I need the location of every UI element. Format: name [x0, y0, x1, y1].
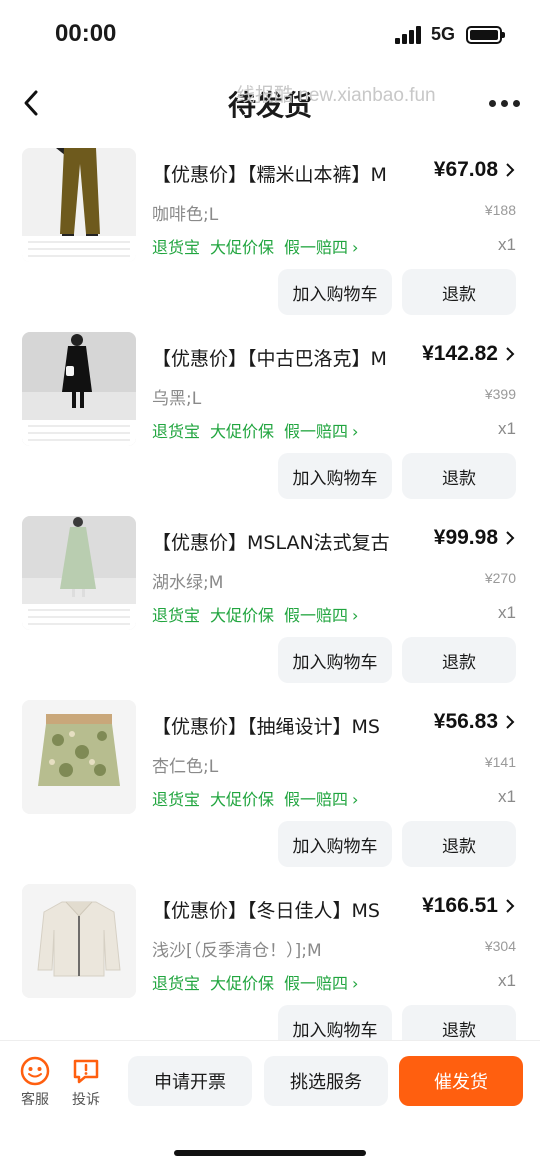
product-price: ¥56.83 [433, 710, 498, 733]
tag-price-protection: 大促价保 [210, 606, 275, 625]
chevron-right-icon: › [352, 790, 359, 809]
tag-fake-compensation: 假一赔四 [284, 422, 349, 441]
original-price: ¥188 [484, 202, 516, 218]
black-dress-product-image[interactable] [22, 332, 136, 446]
watermark: 线报酷 new.xianbao.fun [236, 85, 436, 106]
tag-fake-compensation: 假一赔四 [284, 790, 349, 809]
order-item[interactable]: 【优惠价】MSLAN法式复古 ¥99.98 湖水绿;M ¥270 退货宝 大促价保… [0, 512, 540, 696]
home-indicator[interactable] [174, 1150, 366, 1156]
original-price: ¥399 [484, 386, 516, 402]
chevron-right-icon[interactable] [504, 530, 516, 546]
status-time: 00:00 [55, 20, 117, 47]
bottom-action-bar: 客服 投诉 申请开票 挑选服务 催发货 [0, 1040, 540, 1168]
urge-shipment-button[interactable]: 催发货 [399, 1056, 523, 1106]
battery-icon [466, 26, 505, 44]
chevron-right-icon: › [352, 238, 359, 257]
chevron-right-icon: › [352, 974, 359, 993]
order-item[interactable]: 【优惠价】【糯米山本裤】M ¥67.08 咖啡色;L ¥188 退货宝 大促价保假… [0, 144, 540, 328]
tag-price-protection: 大促价保 [210, 974, 275, 993]
tag-return-insurance: 退货宝 [152, 238, 201, 257]
product-variant: 浅沙[（反季清仓！）];M [152, 941, 322, 961]
tag-fake-compensation: 假一赔四 [284, 606, 349, 625]
chevron-right-icon[interactable] [504, 346, 516, 362]
add-to-cart-button[interactable]: 加入购物车 [278, 637, 392, 683]
tag-return-insurance: 退货宝 [152, 790, 201, 809]
service-tags[interactable]: 退货宝 大促价保 假一赔四 › [152, 418, 368, 442]
customer-service-icon [20, 1056, 50, 1086]
service-tags[interactable]: 退货宝 大促价保 假一赔四 › [152, 786, 368, 810]
product-title[interactable]: 【优惠价】【中古巴洛克】M [152, 344, 414, 371]
order-item[interactable]: 【优惠价】【冬日佳人】MS ¥166.51 浅沙[（反季清仓！）];M ¥304… [0, 880, 540, 1040]
floral-skirt-product-image[interactable] [22, 700, 136, 814]
complaint-icon [73, 1059, 99, 1084]
order-item[interactable]: 【优惠价】【抽绳设计】MS ¥56.83 杏仁色;L ¥141 退货宝 大促价保假… [0, 696, 540, 880]
chevron-right-icon: › [352, 422, 359, 441]
product-quantity: x1 [498, 603, 516, 622]
chevron-right-icon[interactable] [504, 162, 516, 178]
tag-price-protection: 大促价保 [210, 422, 275, 441]
complaint-button[interactable] [66, 1055, 106, 1091]
product-quantity: x1 [498, 419, 516, 438]
chevron-right-icon[interactable] [504, 714, 516, 730]
cream-jacket-product-image[interactable] [22, 884, 136, 998]
brown-trousers-product-image[interactable] [22, 148, 136, 262]
service-tags[interactable]: 退货宝 大促价保 假一赔四 › [152, 970, 368, 994]
tag-return-insurance: 退货宝 [152, 606, 201, 625]
product-price: ¥166.51 [422, 894, 498, 917]
status-bar: 00:00 5G [0, 0, 540, 70]
apply-invoice-button[interactable]: 申请开票 [128, 1056, 252, 1106]
refund-button[interactable]: 退款 [402, 637, 516, 683]
product-title[interactable]: 【优惠价】【抽绳设计】MS [152, 712, 414, 739]
product-variant: 乌黑;L [152, 389, 202, 409]
refund-button[interactable]: 退款 [402, 269, 516, 315]
product-title[interactable]: 【优惠价】【冬日佳人】MS [152, 896, 414, 923]
chevron-right-icon[interactable] [504, 898, 516, 914]
add-to-cart-button[interactable]: 加入购物车 [278, 1005, 392, 1040]
product-quantity: x1 [498, 971, 516, 990]
refund-button[interactable]: 退款 [402, 1005, 516, 1040]
tag-return-insurance: 退货宝 [152, 422, 201, 441]
tag-price-protection: 大促价保 [210, 790, 275, 809]
product-price: ¥142.82 [422, 342, 498, 365]
product-quantity: x1 [498, 787, 516, 806]
original-price: ¥270 [484, 570, 516, 586]
tag-return-insurance: 退货宝 [152, 974, 201, 993]
product-variant: 杏仁色;L [152, 757, 219, 777]
complaint-label[interactable]: 投诉 [66, 1089, 106, 1109]
chevron-right-icon: › [352, 606, 359, 625]
service-tags[interactable]: 退货宝 大促价保 假一赔四 › [152, 602, 368, 626]
product-quantity: x1 [498, 235, 516, 254]
service-tags[interactable]: 退货宝 大促价保 假一赔四 › [152, 234, 368, 258]
add-to-cart-button[interactable]: 加入购物车 [278, 821, 392, 867]
signal-icon [395, 26, 425, 44]
tag-price-protection: 大促价保 [210, 238, 275, 257]
order-item-list: 【优惠价】【糯米山本裤】M ¥67.08 咖啡色;L ¥188 退货宝 大促价保假… [0, 144, 540, 1040]
customer-service-label[interactable]: 客服 [15, 1089, 55, 1109]
product-variant: 湖水绿;M [152, 573, 224, 593]
add-to-cart-button[interactable]: 加入购物车 [278, 269, 392, 315]
original-price: ¥304 [484, 938, 516, 954]
tag-fake-compensation: 假一赔四 [284, 238, 349, 257]
order-item[interactable]: 【优惠价】【中古巴洛克】M ¥142.82 乌黑;L ¥399 退货宝 大促价保假… [0, 328, 540, 512]
product-title[interactable]: 【优惠价】【糯米山本裤】M [152, 160, 414, 187]
tag-fake-compensation: 假一赔四 [284, 974, 349, 993]
green-dress-product-image[interactable] [22, 516, 136, 630]
select-service-button[interactable]: 挑选服务 [264, 1056, 388, 1106]
product-variant: 咖啡色;L [152, 205, 219, 225]
product-price: ¥99.98 [433, 526, 498, 549]
more-icon[interactable] [489, 100, 523, 108]
product-title[interactable]: 【优惠价】MSLAN法式复古 [152, 528, 414, 555]
network-label: 5G [431, 24, 456, 44]
nav-bar: 待发货 线报酷 new.xianbao.fun [0, 72, 540, 136]
customer-service-button[interactable] [15, 1055, 55, 1091]
original-price: ¥141 [484, 754, 516, 770]
refund-button[interactable]: 退款 [402, 821, 516, 867]
product-price: ¥67.08 [433, 158, 498, 181]
add-to-cart-button[interactable]: 加入购物车 [278, 453, 392, 499]
refund-button[interactable]: 退款 [402, 453, 516, 499]
